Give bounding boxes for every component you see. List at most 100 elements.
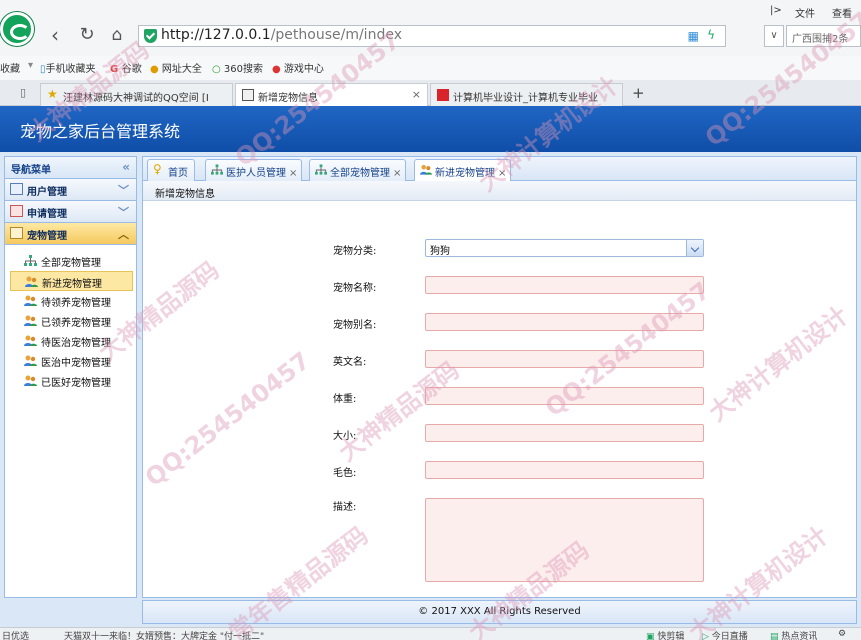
tab-new-pets[interactable]: 新进宠物管理 × xyxy=(414,159,511,182)
menu-view[interactable]: 查看 xyxy=(832,5,852,20)
category-selected-value: 狗狗 xyxy=(430,246,450,257)
close-icon[interactable]: × xyxy=(289,168,297,179)
browser-tab-add-pet[interactable]: 新增宠物信息 × xyxy=(235,83,428,106)
star-icon: ★ xyxy=(47,87,58,101)
category-label: 宠物分类: xyxy=(333,246,377,257)
english-name-input[interactable] xyxy=(425,350,704,368)
nav-icon: ● xyxy=(150,64,162,75)
news-ticker[interactable]: 天猫双十一来临！女婿预售：大牌定金 "付一抵二" xyxy=(64,629,264,640)
sidebar-section-applications[interactable]: 申请管理 ﹀ xyxy=(5,201,136,223)
users-icon xyxy=(24,335,37,346)
reload-icon[interactable]: ↻ xyxy=(76,24,98,48)
panel-title: 新增宠物信息 xyxy=(143,181,856,201)
search-360-icon: ○ xyxy=(212,64,224,75)
footer: © 2017 XXX All Rights Reserved xyxy=(142,600,857,624)
sitemap-icon xyxy=(211,164,223,175)
qr-icon[interactable]: ▦ xyxy=(688,29,699,43)
users-icon xyxy=(420,164,432,175)
chevron-down-icon[interactable]: ▾ xyxy=(28,60,33,71)
quick-edit-button[interactable]: ▣ 快剪辑 xyxy=(646,629,684,640)
search-input[interactable]: 广西围捕2条 xyxy=(786,25,861,47)
pet-name-input[interactable] xyxy=(425,276,704,294)
sidebar-section-pets[interactable]: 宠物管理 ︿ xyxy=(5,223,136,245)
chevron-up-icon[interactable]: ︿ xyxy=(118,226,129,242)
sidebar-item-all-pets[interactable]: 全部宠物管理 xyxy=(10,251,133,271)
address-bar[interactable]: http://127.0.0.1/pethouse/m/index ▦ ϟ xyxy=(138,25,726,47)
browser-tabs: ▯ ★ 汪建林源码大神调试的QQ空间 [I 新增宠物信息 × 计算机毕业设计_计… xyxy=(0,80,861,106)
google-icon: G xyxy=(110,64,122,75)
app-title: 宠物之家后台管理系统 xyxy=(20,122,181,141)
sidebar-section-users[interactable]: 用户管理 ﹀ xyxy=(5,179,136,201)
bookmark-google[interactable]: G 谷歌 xyxy=(110,60,142,75)
app-body: 导航菜单 « 用户管理 ﹀ 申请管理 ﹀ 宠物管理 ︿ 全部宠物管理 新进宠物管… xyxy=(0,152,861,627)
size-input[interactable] xyxy=(425,424,704,442)
sidebar-toggle-icon[interactable]: |> xyxy=(770,5,782,16)
browser-tab-design[interactable]: 计算机毕业设计_计算机专业毕业 xyxy=(430,83,623,106)
sidebar-title: 导航菜单 xyxy=(11,165,51,176)
bookmark-games[interactable]: ● 游戏中心 xyxy=(272,60,324,75)
users-icon xyxy=(24,295,37,306)
fur-color-input[interactable] xyxy=(425,461,704,479)
weight-input[interactable] xyxy=(425,387,704,405)
description-textarea[interactable] xyxy=(425,498,704,582)
news-icon: ▤ xyxy=(770,632,782,640)
chevron-down-icon[interactable] xyxy=(686,240,703,256)
collapse-icon[interactable]: « xyxy=(122,160,130,174)
category-select[interactable]: 狗狗 xyxy=(425,239,704,257)
status-bar: 日优选 天猫双十一来临！女婿预售：大牌定金 "付一抵二" ▣ 快剪辑 ▷ 今日直… xyxy=(0,627,861,640)
sidebar-header: 导航菜单 « xyxy=(5,157,136,179)
browser-logo-icon[interactable] xyxy=(0,12,34,46)
close-icon[interactable]: × xyxy=(498,168,506,179)
lightbulb-icon: ♀ xyxy=(153,162,162,176)
bookmark-favorites[interactable]: 收藏 xyxy=(0,60,20,75)
site-icon xyxy=(437,89,449,101)
close-icon[interactable]: × xyxy=(393,168,401,179)
size-label: 大小: xyxy=(333,431,357,442)
users-icon xyxy=(24,375,37,386)
sidebar-item-new-pets[interactable]: 新进宠物管理 xyxy=(10,271,133,291)
users-icon xyxy=(24,315,37,326)
hot-news-button[interactable]: ▤ 热点资讯 xyxy=(770,629,817,640)
chevron-down-icon[interactable]: ﹀ xyxy=(118,204,129,220)
users-icon xyxy=(10,183,23,195)
game-icon: ● xyxy=(272,64,284,75)
page-icon[interactable]: ▯ xyxy=(20,86,26,99)
url-dropdown-icon[interactable]: ∨ xyxy=(764,25,784,47)
sidebar: 导航菜单 « 用户管理 ﹀ 申请管理 ﹀ 宠物管理 ︿ 全部宠物管理 新进宠物管… xyxy=(4,156,137,598)
menu-file[interactable]: 文件 xyxy=(795,5,815,20)
bookmark-nav[interactable]: ● 网址大全 xyxy=(150,60,202,75)
live-button[interactable]: ▷ 今日直播 xyxy=(702,629,748,640)
tab-all-pets[interactable]: 全部宠物管理 × xyxy=(309,159,406,181)
sitemap-icon xyxy=(24,255,37,266)
description-label: 描述: xyxy=(333,502,357,513)
chevron-down-icon[interactable]: ﹀ xyxy=(118,182,129,198)
bookmark-360[interactable]: ○ 360搜索 xyxy=(212,60,263,75)
sitemap-icon xyxy=(315,164,327,175)
home-icon[interactable]: ⌂ xyxy=(106,24,128,48)
sidebar-item-adopted[interactable]: 已领养宠物管理 xyxy=(10,311,133,331)
close-icon[interactable]: × xyxy=(412,88,421,101)
settings-icon[interactable]: ⚙ xyxy=(838,629,846,639)
pet-name-label: 宠物名称: xyxy=(333,283,377,294)
applications-icon xyxy=(10,205,23,217)
tab-home[interactable]: ♀ 首页 xyxy=(147,159,196,181)
url-text[interactable]: http://127.0.0.1/pethouse/m/index xyxy=(161,27,402,43)
sidebar-item-pending-adoption[interactable]: 待领养宠物管理 xyxy=(10,291,133,311)
security-shield-icon xyxy=(144,29,157,43)
pet-alias-input[interactable] xyxy=(425,313,704,331)
browser-toolbar: ‹ ↻ ⌂ |> 文件 查看 http://127.0.0.1/pethouse… xyxy=(0,0,861,56)
back-icon[interactable]: ‹ xyxy=(44,24,66,48)
sidebar-item-pending-treatment[interactable]: 待医治宠物管理 xyxy=(10,331,133,351)
pet-alias-label: 宠物别名: xyxy=(333,320,377,331)
tab-page-icon xyxy=(242,89,254,101)
sidebar-item-healed[interactable]: 已医好宠物管理 xyxy=(10,371,133,391)
bookmark-mobile[interactable]: ▯手机收藏夹 xyxy=(40,60,96,75)
browser-tab-qq[interactable]: ★ 汪建林源码大神调试的QQ空间 [I xyxy=(40,83,233,106)
fur-color-label: 毛色: xyxy=(333,468,357,479)
sidebar-item-in-treatment[interactable]: 医治中宠物管理 xyxy=(10,351,133,371)
status-left-label[interactable]: 日优选 xyxy=(2,629,29,640)
lightning-icon[interactable]: ϟ xyxy=(707,28,715,42)
tab-medical-staff[interactable]: 医护人员管理 × xyxy=(205,159,302,181)
new-tab-button[interactable]: + xyxy=(632,84,645,102)
scissors-icon: ▣ xyxy=(646,632,658,640)
